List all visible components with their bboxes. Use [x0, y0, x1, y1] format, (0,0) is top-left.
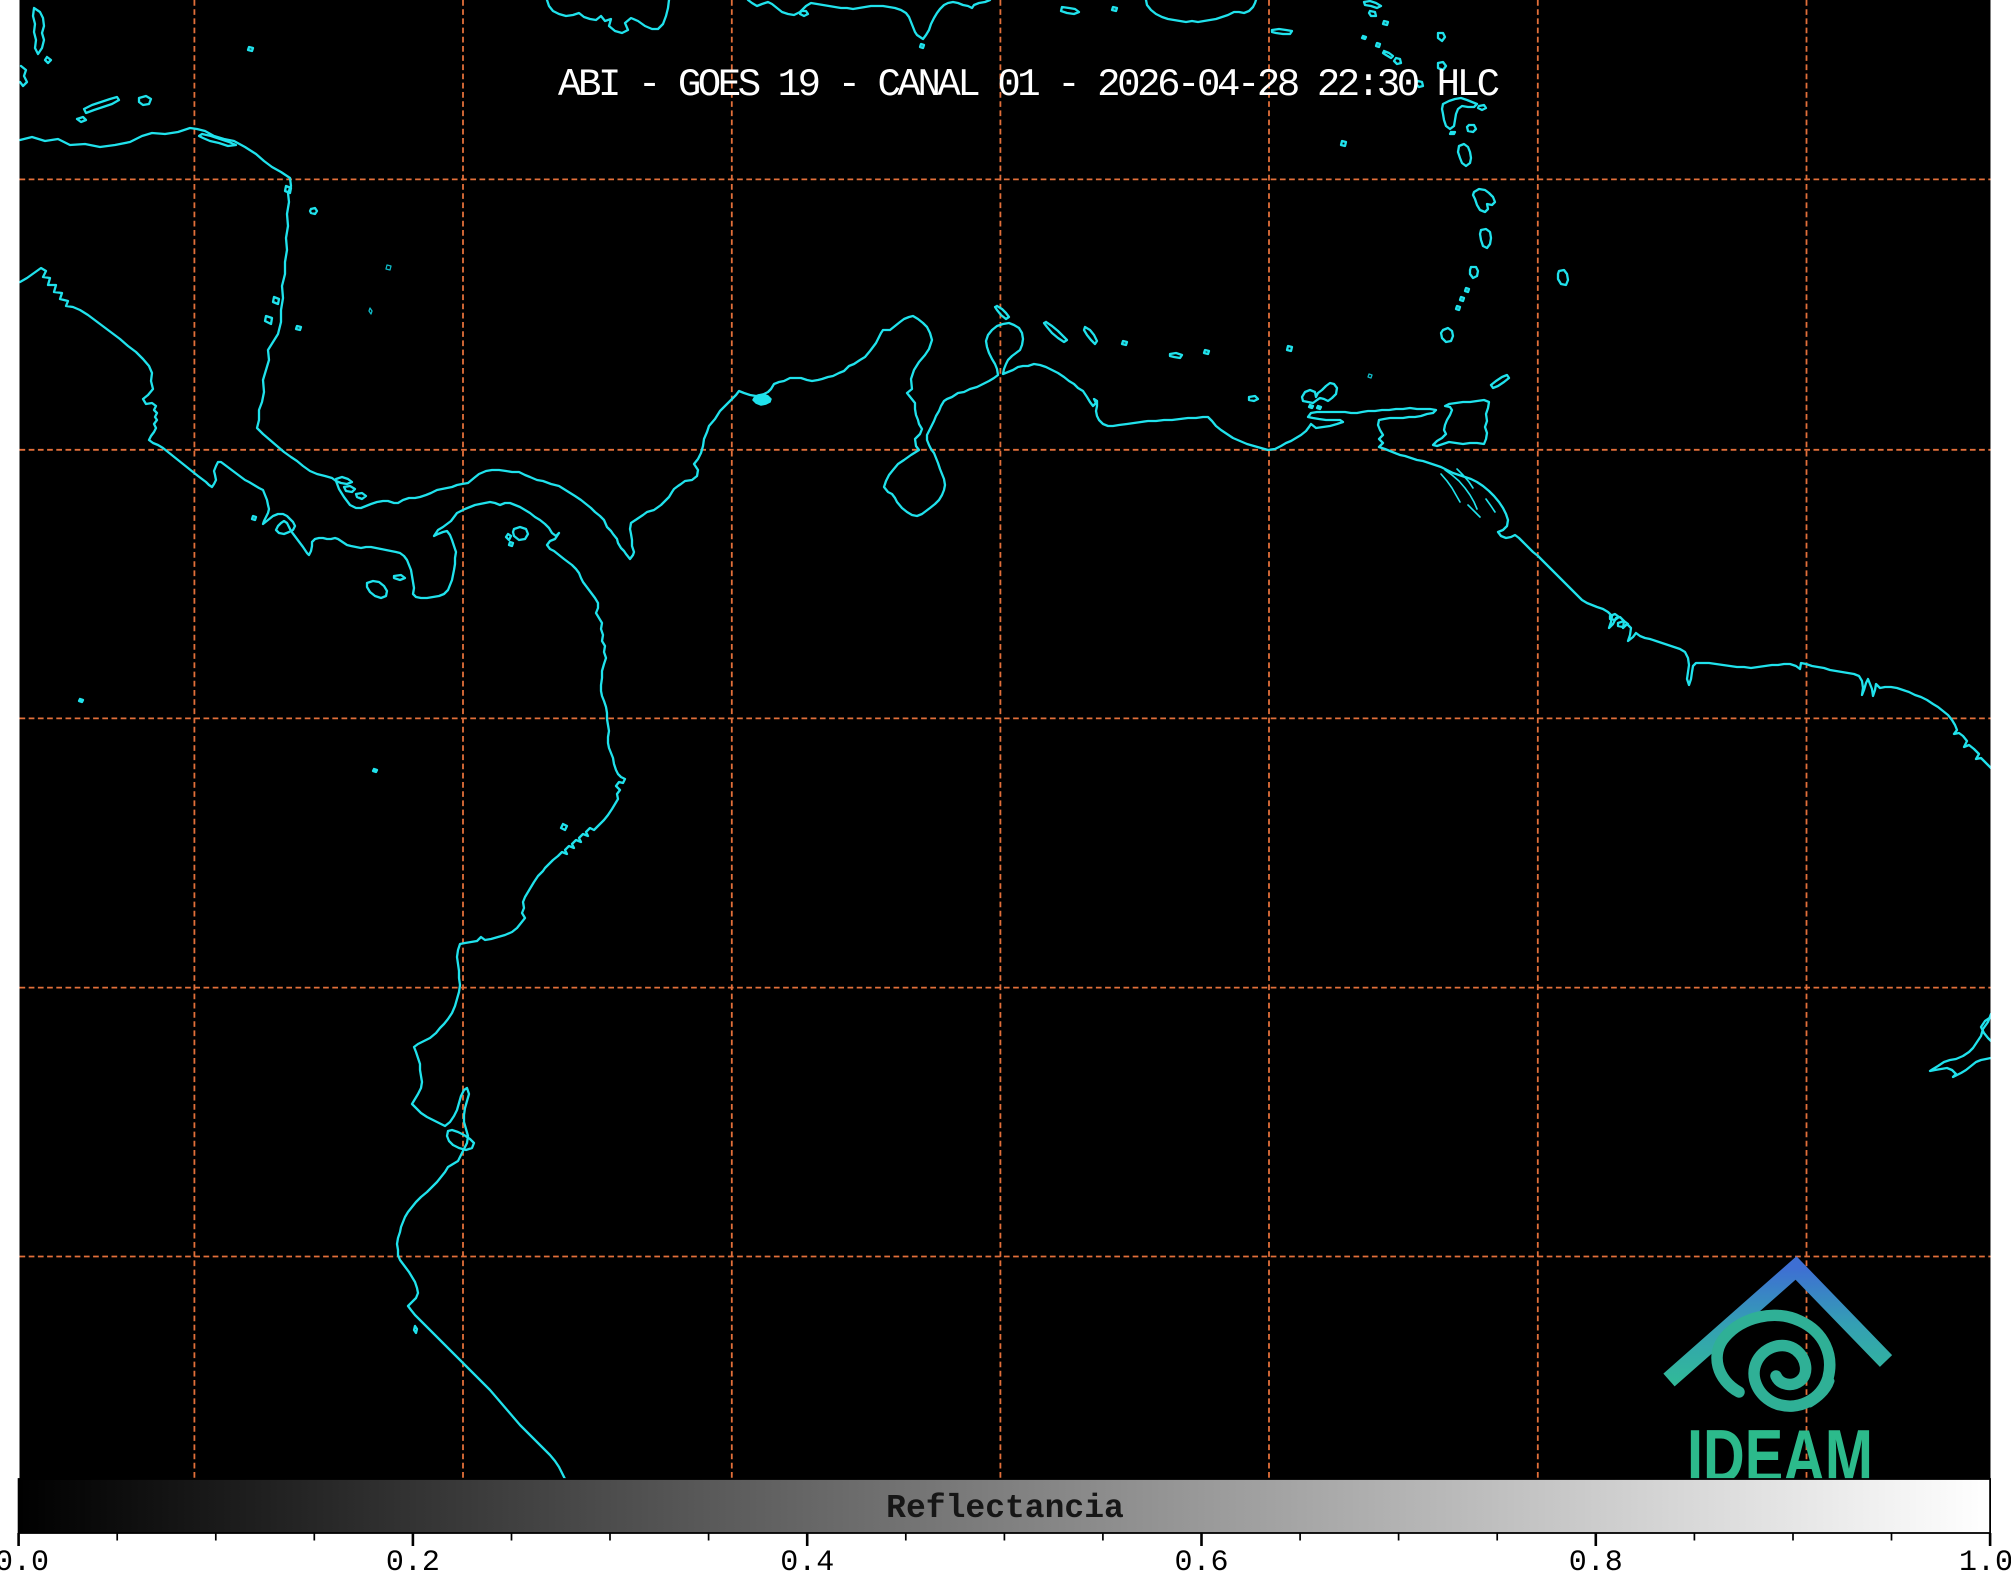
svg-text:0.2: 0.2 — [386, 1546, 440, 1577]
svg-text:0.8: 0.8 — [1569, 1546, 1623, 1577]
svg-text:ABI - GOES 19 - CANAL 01 - 202: ABI - GOES 19 - CANAL 01 - 2026-04-28 22… — [558, 63, 1500, 107]
svg-text:Reflectancia: Reflectancia — [886, 1490, 1124, 1527]
svg-text:0.4: 0.4 — [780, 1546, 834, 1577]
svg-text:0.0: 0.0 — [0, 1546, 49, 1577]
svg-text:0.6: 0.6 — [1174, 1546, 1228, 1577]
svg-text:1.0: 1.0 — [1959, 1546, 2011, 1577]
